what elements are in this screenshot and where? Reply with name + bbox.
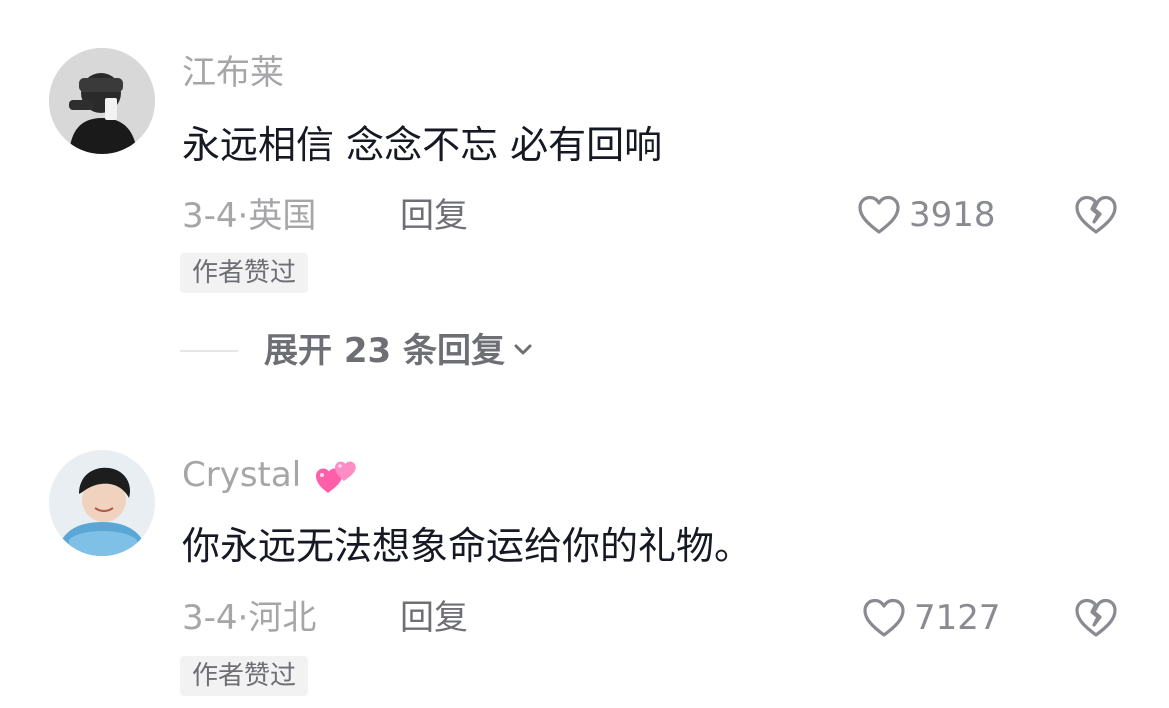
divider <box>180 350 238 352</box>
reply-button[interactable]: 回复 <box>400 196 468 236</box>
comment-list: 江布莱 永远相信 念念不忘 必有回响 3-4·英国 回复 3918 作者赞过 展… <box>0 0 1169 708</box>
broken-heart-icon <box>1073 597 1119 639</box>
avatar[interactable] <box>49 48 155 154</box>
expand-replies-label: 展开 23 条回复 <box>264 331 505 371</box>
comment-date: 3-4 <box>182 196 238 236</box>
like-count: 7127 <box>914 598 1001 638</box>
comment-text: 永远相信 念念不忘 必有回响 <box>182 123 663 167</box>
dislike-button[interactable] <box>1073 194 1119 236</box>
comment-date: 3-4 <box>182 598 238 638</box>
like-count: 3918 <box>909 195 996 235</box>
reply-button[interactable]: 回复 <box>400 598 468 638</box>
heart-icon <box>857 194 901 236</box>
comment-meta: 3-4·英国 <box>182 196 316 236</box>
chevron-down-icon <box>513 342 533 361</box>
comment-username[interactable]: Crystal <box>182 455 301 495</box>
two-hearts-emoji-icon <box>314 455 358 501</box>
avatar[interactable] <box>49 450 155 556</box>
like-button[interactable]: 7127 <box>862 597 1001 639</box>
comment-meta: 3-4·河北 <box>182 598 316 638</box>
author-liked-badge: 作者赞过 <box>180 656 309 696</box>
like-button[interactable]: 3918 <box>857 194 996 236</box>
username-text: Crystal <box>182 455 302 495</box>
meta-separator: · <box>237 598 249 638</box>
comment-location: 英国 <box>248 196 317 236</box>
author-liked-badge: 作者赞过 <box>180 253 309 293</box>
comment-username[interactable]: 江布莱 <box>182 53 284 93</box>
broken-heart-icon <box>1073 194 1119 236</box>
meta-separator: · <box>237 196 249 236</box>
expand-replies-button[interactable]: 展开 23 条回复 <box>180 328 533 374</box>
comment-text: 你永远无法想象命运给你的礼物。 <box>182 524 753 568</box>
comment-location: 河北 <box>248 598 317 638</box>
heart-icon <box>862 597 906 639</box>
dislike-button[interactable] <box>1073 597 1119 639</box>
